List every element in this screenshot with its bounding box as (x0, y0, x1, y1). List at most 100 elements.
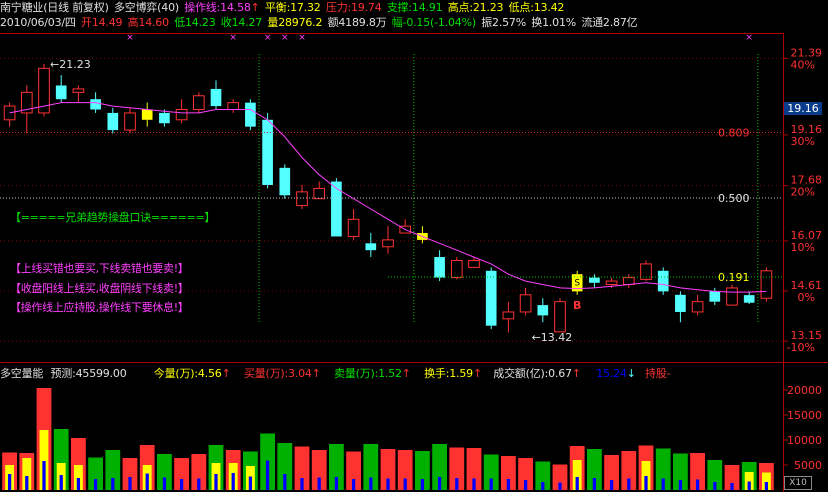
volume-bar (707, 460, 723, 490)
volume-indicator-name: 多空量能 (0, 367, 44, 380)
volume-bar-inner (76, 478, 81, 490)
volume-bar (243, 451, 258, 490)
candle-body (279, 167, 291, 196)
candle (331, 178, 342, 237)
candle-body (691, 301, 704, 313)
extreme-label: ←13.42 (532, 331, 573, 344)
candle (175, 99, 188, 124)
candle-body (382, 239, 394, 248)
volume-bar (638, 445, 654, 490)
buy-signal-letter: B (573, 299, 581, 312)
volume-bar-inner (747, 481, 751, 490)
candle-body (210, 88, 222, 107)
volume-bar-inner (317, 477, 321, 490)
candle-body (760, 270, 773, 299)
volume-bar-inner (231, 473, 235, 490)
candle-body (90, 99, 101, 110)
volume-bar (466, 448, 482, 490)
kline-chart[interactable]: 21.3940%19.1630%17.6820%16.0710%14.610%1… (0, 0, 828, 492)
candle (554, 298, 566, 333)
candle-body (175, 108, 188, 121)
candle-body (347, 218, 360, 237)
message-line-3: 【操作线上应持股,操作线下要休息!】 (10, 301, 189, 314)
volume-bar (311, 450, 327, 490)
down-arrow-icon: ↓ (626, 367, 636, 380)
pct-tick-label: 40% (791, 58, 815, 71)
volume-bar-inner (59, 475, 63, 490)
volume-bar (71, 438, 86, 490)
volume-bar-inner (162, 477, 167, 490)
up-arrow-icon: ↑ (221, 367, 231, 380)
current-price-tag: 19.16 (784, 102, 822, 115)
volume-bar-inner (300, 478, 304, 490)
candle-body (124, 112, 136, 131)
volume-tick-label: 20000 (787, 384, 822, 397)
volume-bar (36, 388, 52, 490)
volume-bar (157, 454, 172, 490)
candle-body (192, 95, 205, 110)
volume-bar-inner (386, 478, 390, 490)
up-arrow-icon: ↑ (472, 367, 482, 380)
candle-body (502, 311, 515, 320)
candle-body (331, 181, 342, 237)
volume-bar (294, 446, 310, 490)
volume-bar (483, 454, 499, 490)
volume-bar (88, 457, 103, 490)
volume-bar (673, 453, 688, 490)
candle (296, 184, 308, 210)
candle-body (726, 287, 738, 306)
message-line-1: 【上线买错也要买,下线卖错也要卖!】 (10, 262, 189, 275)
candle-body (159, 112, 170, 124)
volume-bar-inner (764, 482, 769, 490)
top-marker-icon: × (126, 33, 134, 43)
top-marker-icon: × (298, 33, 306, 43)
candle-body (554, 301, 566, 333)
volume-bar (501, 456, 516, 490)
up-arrow-icon: ↑ (311, 367, 321, 380)
pct-tick-label: 30% (791, 135, 815, 148)
volume-bar (208, 445, 224, 490)
volume-bar-inner (541, 482, 545, 490)
volume-bar-inner (730, 483, 734, 490)
candle-body (141, 109, 153, 120)
volume-bar (449, 447, 465, 490)
candle (743, 291, 755, 305)
volume-bar-inner (197, 478, 201, 490)
candle (227, 99, 240, 113)
candle-body (365, 243, 377, 251)
volume-bar (380, 449, 396, 490)
volume-bar (225, 450, 241, 490)
candle (210, 80, 222, 110)
candle-body (657, 270, 669, 292)
pct-tick-label: 20% (791, 186, 815, 199)
candle (450, 257, 463, 280)
candle-body (55, 85, 67, 100)
candle (365, 233, 377, 258)
candle (519, 287, 532, 316)
volume-bar-inner (42, 461, 46, 490)
turnover-rate: 换手:1.59 (424, 367, 473, 380)
trade-amount: 成交额(亿):0.67 (493, 367, 572, 380)
volume-bar-inner (678, 480, 683, 490)
volume-bar-inner (437, 477, 442, 490)
volume-bar (191, 454, 207, 490)
hold-status: 持股- (645, 367, 671, 380)
pct-tick-label: 10% (791, 241, 815, 254)
volume-bar-inner (489, 478, 493, 490)
volume-bar-inner (644, 476, 648, 490)
volume-zoom-tag[interactable]: X10 (784, 476, 812, 490)
volume-bar (19, 453, 35, 490)
candle-body (743, 295, 755, 303)
candle (3, 102, 16, 127)
candle-body (537, 305, 549, 316)
volume-bar-inner (93, 479, 98, 490)
volume-bar (329, 444, 344, 490)
volume-bar (53, 429, 69, 490)
signal-letter: S (574, 279, 580, 289)
volume-bar (2, 452, 17, 490)
candle-body (589, 277, 600, 283)
candle-body (485, 270, 497, 326)
volume-bar-inner (523, 480, 528, 490)
today-volume: 今量(万):4.56 (153, 367, 222, 380)
candle (640, 260, 652, 282)
